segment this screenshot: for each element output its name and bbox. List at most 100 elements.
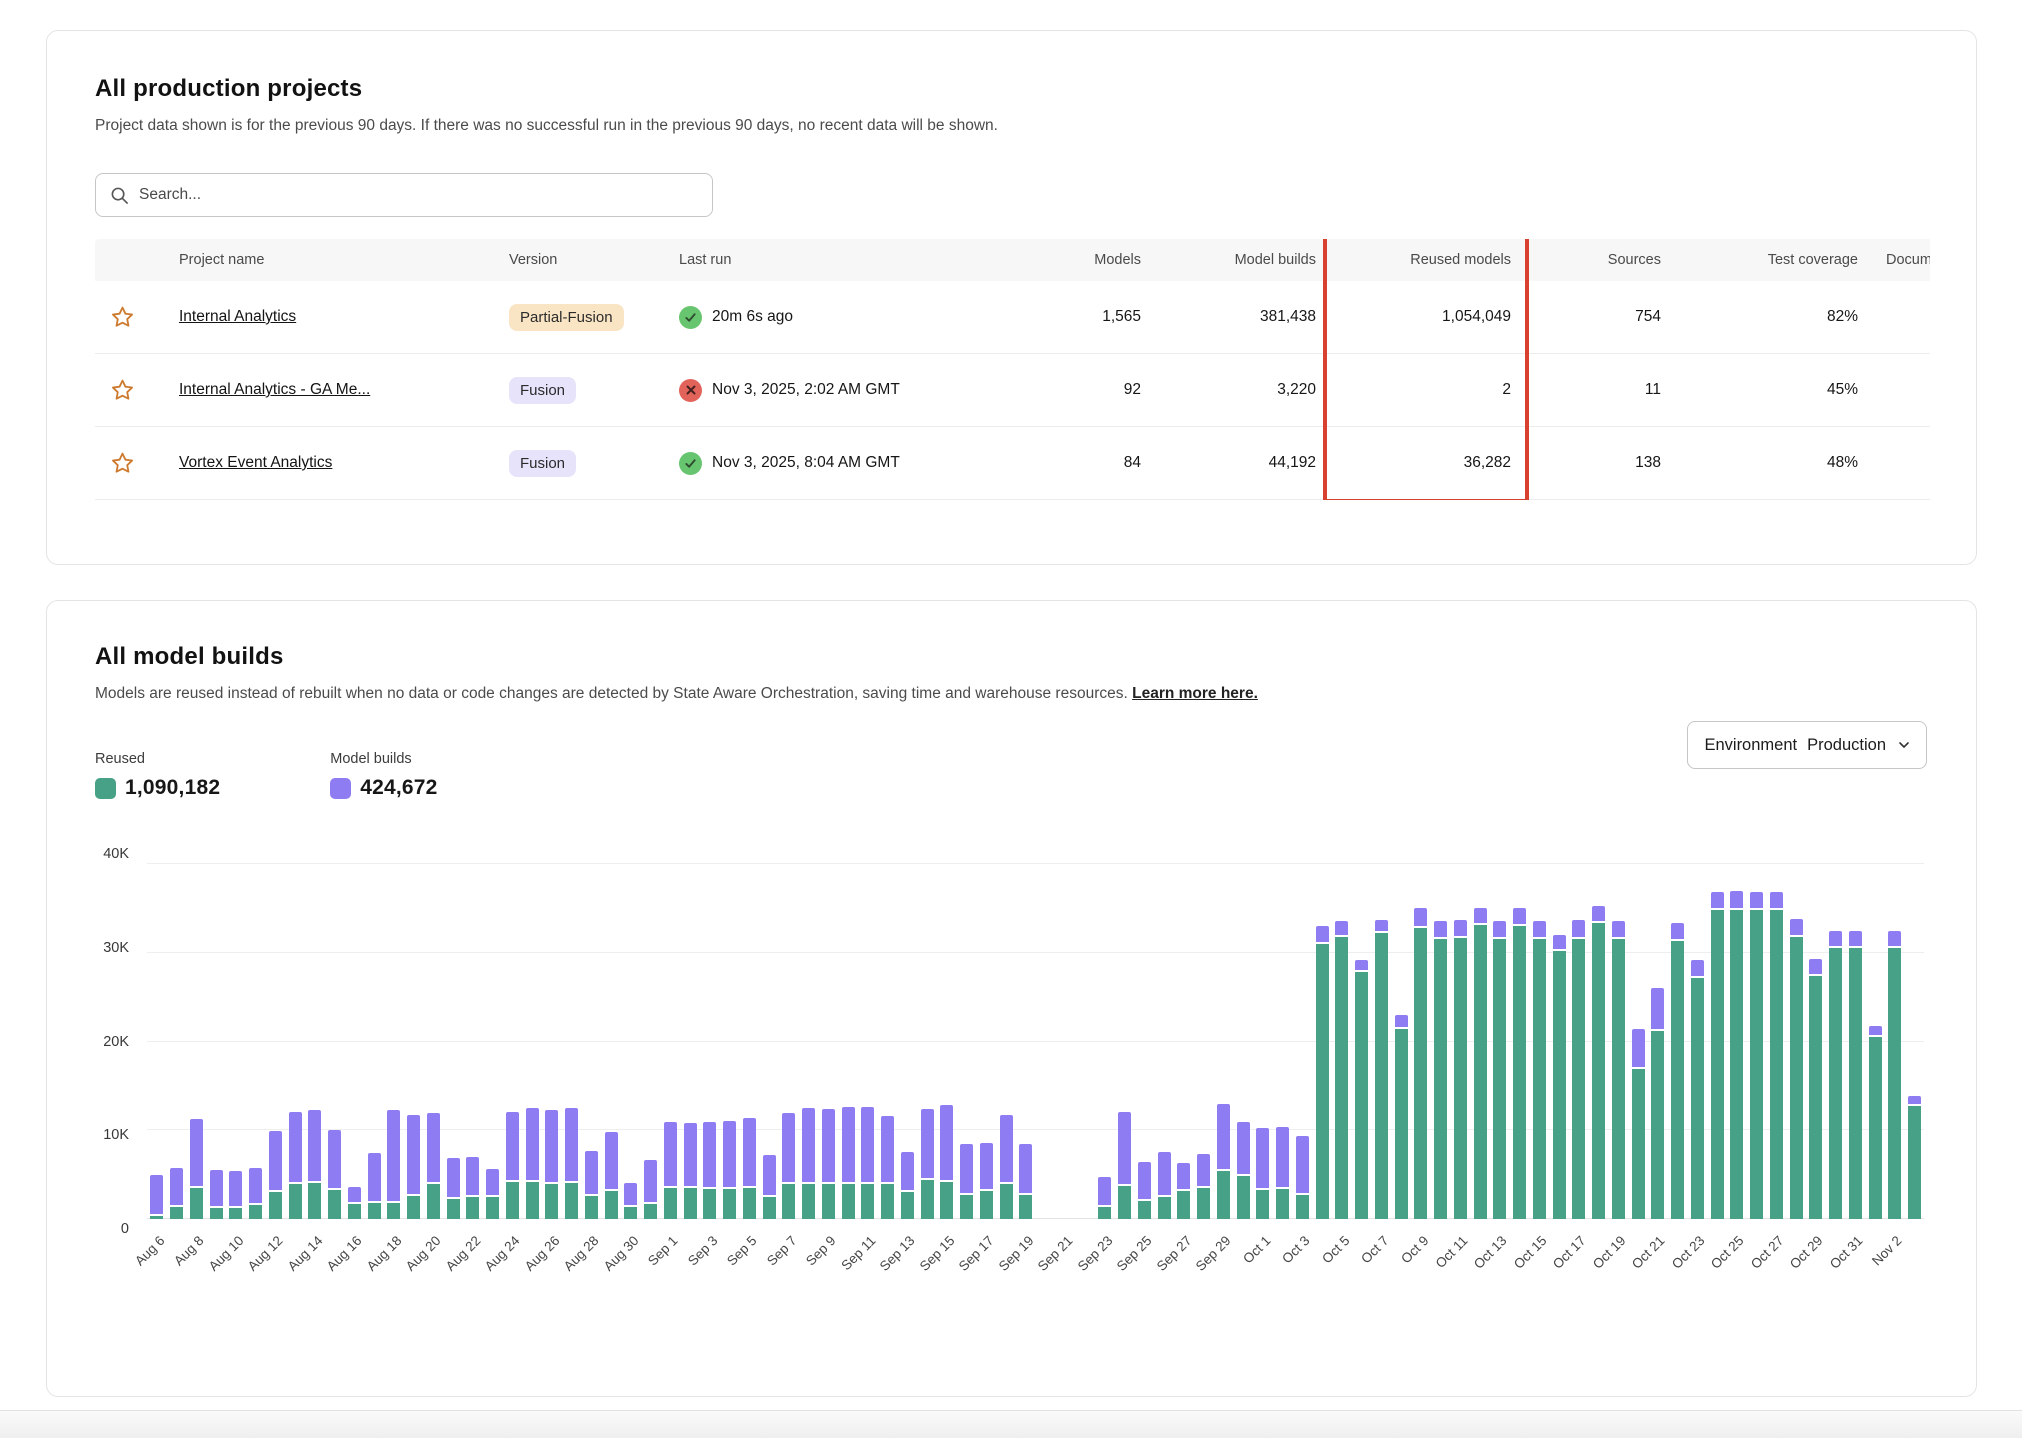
chart-bar-aug-23[interactable] <box>486 1169 499 1219</box>
chart-bar-aug-28[interactable] <box>585 1151 598 1219</box>
project-name-link[interactable]: Vortex Event Analytics <box>179 454 332 471</box>
chart-bar-sep-1[interactable] <box>664 1122 677 1219</box>
chart-bar-oct-19[interactable] <box>1612 921 1625 1219</box>
project-name-link[interactable]: Internal Analytics - GA Me... <box>179 381 370 398</box>
chart-bar-oct-29[interactable] <box>1809 959 1822 1219</box>
chart-bar-aug-17[interactable] <box>368 1153 381 1219</box>
chart-bar-sep-15[interactable] <box>940 1105 953 1219</box>
x-axis-label: Aug 26 <box>521 1233 562 1274</box>
chart-bar-aug-29[interactable] <box>605 1132 618 1219</box>
chart-bar-aug-11[interactable] <box>249 1168 262 1219</box>
chart-bar-sep-8[interactable] <box>802 1108 815 1219</box>
chart-bar-oct-13[interactable] <box>1493 921 1506 1219</box>
chart-bar-sep-28[interactable] <box>1197 1154 1210 1219</box>
chart-bar-oct-23[interactable] <box>1691 960 1704 1219</box>
chart-bar-aug-26[interactable] <box>545 1110 558 1219</box>
chart-bar-oct-21[interactable] <box>1651 988 1664 1219</box>
chart-bar-oct-8[interactable] <box>1395 1015 1408 1219</box>
chart-bar-oct-20[interactable] <box>1632 1029 1645 1219</box>
search-input[interactable] <box>139 186 698 204</box>
chart-bar-oct-14[interactable] <box>1513 908 1526 1220</box>
project-search[interactable] <box>95 173 713 217</box>
chart-bar-oct-17[interactable] <box>1572 920 1585 1219</box>
chart-bar-aug-22[interactable] <box>466 1157 479 1219</box>
chart-bar-sep-3[interactable] <box>703 1122 716 1219</box>
chart-bar-oct-27[interactable] <box>1770 892 1783 1219</box>
chart-bar-aug-13[interactable] <box>289 1112 302 1219</box>
chart-bar-oct-26[interactable] <box>1750 892 1763 1219</box>
chart-bar-aug-8[interactable] <box>190 1119 203 1219</box>
chart-bar-aug-18[interactable] <box>387 1110 400 1219</box>
chart-bar-sep-19[interactable] <box>1019 1144 1032 1219</box>
chart-bar-oct-15[interactable] <box>1533 921 1546 1219</box>
chart-bar-sep-18[interactable] <box>1000 1115 1013 1219</box>
chart-bar-aug-21[interactable] <box>447 1158 460 1219</box>
chart-bar-sep-6[interactable] <box>763 1155 776 1219</box>
chart-bar-aug-27[interactable] <box>565 1108 578 1219</box>
chart-bar-sep-10[interactable] <box>842 1107 855 1219</box>
chart-bar-aug-7[interactable] <box>170 1168 183 1219</box>
chart-bar-sep-29[interactable] <box>1217 1104 1230 1219</box>
chart-bar-oct-30[interactable] <box>1829 931 1842 1219</box>
chart-bar-sep-30[interactable] <box>1237 1122 1250 1219</box>
chart-bar-sep-11[interactable] <box>861 1107 874 1219</box>
chart-bar-oct-18[interactable] <box>1592 906 1605 1219</box>
chart-bar-sep-26[interactable] <box>1158 1152 1171 1219</box>
chart-bar-oct-9[interactable] <box>1414 908 1427 1220</box>
chart-bar-sep-23[interactable] <box>1098 1177 1111 1219</box>
chart-bar-oct-7[interactable] <box>1375 920 1388 1219</box>
favorite-star-icon[interactable] <box>109 377 136 404</box>
chart-bar-sep-9[interactable] <box>822 1109 835 1219</box>
environment-select[interactable]: Environment Production <box>1687 721 1927 769</box>
chart-bar-sep-24[interactable] <box>1118 1112 1131 1219</box>
chart-bar-oct-24[interactable] <box>1711 892 1724 1219</box>
chart-bar-aug-25[interactable] <box>526 1108 539 1219</box>
chart-bar-sep-13[interactable] <box>901 1152 914 1219</box>
chart-bar-oct-2[interactable] <box>1276 1127 1289 1219</box>
chart-bar-oct-25[interactable] <box>1730 891 1743 1219</box>
model-builds-cell: 381,438 <box>1155 308 1330 326</box>
chart-bar-oct-28[interactable] <box>1790 919 1803 1219</box>
chart-bar-sep-5[interactable] <box>743 1118 756 1219</box>
chart-bar-oct-4[interactable] <box>1316 926 1329 1219</box>
chart-bar-aug-9[interactable] <box>210 1170 223 1219</box>
chart-bar-aug-14[interactable] <box>308 1110 321 1219</box>
chart-bar-oct-22[interactable] <box>1671 923 1684 1219</box>
chart-bar-aug-10[interactable] <box>229 1171 242 1219</box>
chart-bar-oct-6[interactable] <box>1355 960 1368 1219</box>
chart-bar-oct-11[interactable] <box>1454 920 1467 1219</box>
chart-bar-nov-2[interactable] <box>1888 931 1901 1219</box>
chart-bar-oct-31[interactable] <box>1849 931 1862 1219</box>
favorite-star-icon[interactable] <box>109 304 136 331</box>
chart-bar-aug-31[interactable] <box>644 1160 657 1219</box>
chart-bar-aug-12[interactable] <box>269 1131 282 1219</box>
chart-bar-oct-12[interactable] <box>1474 908 1487 1220</box>
chart-bar-sep-16[interactable] <box>960 1144 973 1219</box>
chart-bar-aug-16[interactable] <box>348 1187 361 1219</box>
learn-more-link[interactable]: Learn more here. <box>1132 685 1258 702</box>
chart-bar-aug-6[interactable] <box>150 1175 163 1219</box>
chart-bar-sep-7[interactable] <box>782 1113 795 1219</box>
chart-bar-sep-4[interactable] <box>723 1121 736 1220</box>
chart-bar-sep-2[interactable] <box>684 1123 697 1219</box>
chart-bar-sep-17[interactable] <box>980 1143 993 1219</box>
chart-bar-oct-10[interactable] <box>1434 921 1447 1219</box>
chart-bar-sep-27[interactable] <box>1177 1163 1190 1219</box>
chart-bar-aug-30[interactable] <box>624 1183 637 1219</box>
chart-bar-sep-14[interactable] <box>921 1109 934 1219</box>
chart-bar-oct-5[interactable] <box>1335 921 1348 1219</box>
chart-bar-sep-12[interactable] <box>881 1116 894 1219</box>
chart-bar-oct-16[interactable] <box>1553 935 1566 1219</box>
favorite-star-icon[interactable] <box>109 450 136 477</box>
project-name-link[interactable]: Internal Analytics <box>179 308 296 325</box>
chart-bar-aug-15[interactable] <box>328 1130 341 1219</box>
chart-bar-aug-19[interactable] <box>407 1115 420 1219</box>
chart-bar-aug-24[interactable] <box>506 1112 519 1219</box>
chart-bar-oct-1[interactable] <box>1256 1128 1269 1219</box>
chart-bar-aug-20[interactable] <box>427 1113 440 1219</box>
search-icon <box>110 186 129 205</box>
chart-bar-sep-25[interactable] <box>1138 1162 1151 1219</box>
chart-bar-oct-3[interactable] <box>1296 1136 1309 1219</box>
chart-bar-nov-3[interactable] <box>1908 1096 1921 1219</box>
chart-bar-nov-1[interactable] <box>1869 1026 1882 1219</box>
